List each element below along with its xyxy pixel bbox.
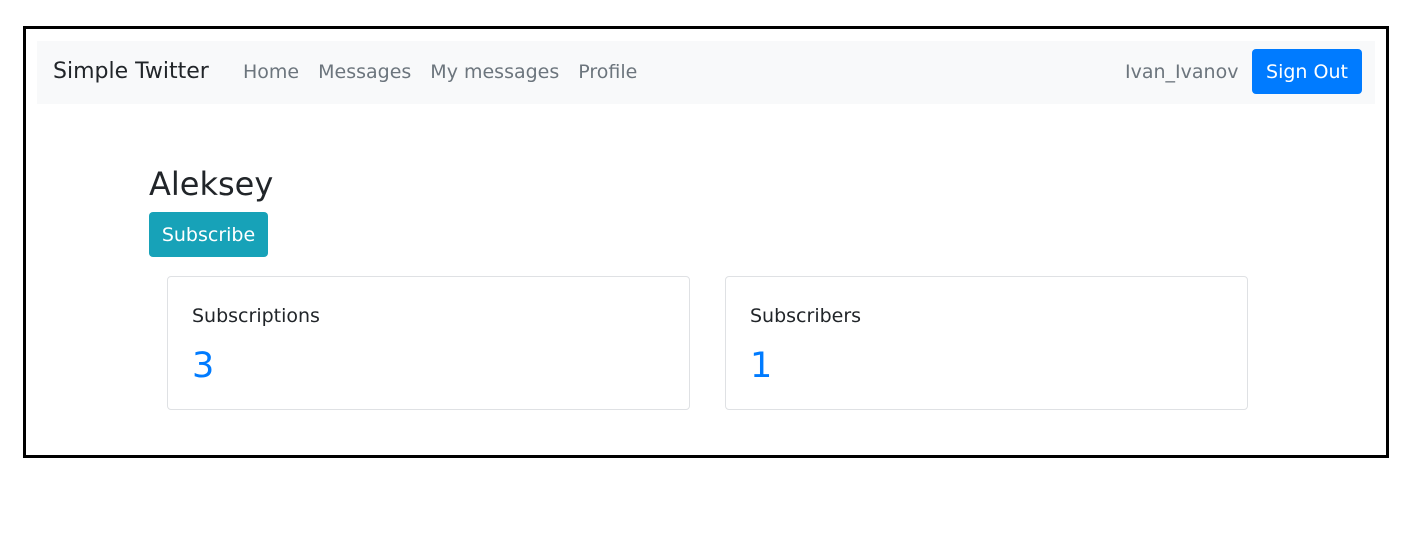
nav-link-messages[interactable]: Messages [318,59,411,85]
nav-link-profile[interactable]: Profile [578,59,637,85]
subscriptions-card: Subscriptions 3 [167,276,690,410]
current-username: Ivan_Ivanov [1125,61,1239,83]
navbar-brand[interactable]: Simple Twitter [53,57,209,87]
nav-link-home[interactable]: Home [243,59,299,85]
subscribers-card: Subscribers 1 [725,276,1248,410]
subscribers-count-link[interactable]: 1 [750,345,772,387]
nav-links: Home Messages My messages Profile [243,59,637,85]
subscriptions-count-link[interactable]: 3 [192,345,214,387]
subscriptions-label: Subscriptions [192,305,320,327]
app-frame: Simple Twitter Home Messages My messages… [23,26,1389,458]
profile-name: Aleksey [149,165,274,203]
nav-link-my-messages[interactable]: My messages [430,59,559,85]
sign-out-button[interactable]: Sign Out [1252,49,1362,94]
navbar: Simple Twitter Home Messages My messages… [37,41,1375,104]
subscribe-button[interactable]: Subscribe [149,212,268,257]
subscribers-label: Subscribers [750,305,862,327]
